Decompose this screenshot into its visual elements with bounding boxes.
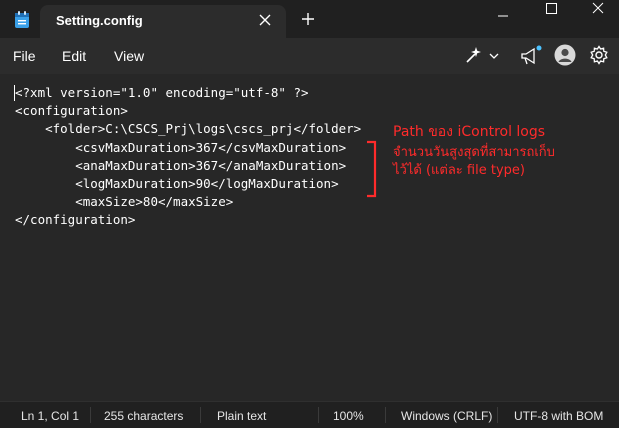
copilot-sparkle-icon[interactable] [463, 44, 503, 68]
text-format[interactable]: Plain text [217, 409, 266, 423]
megaphone-icon[interactable] [519, 45, 543, 67]
close-window-icon[interactable] [575, 0, 619, 32]
account-avatar-icon[interactable] [554, 44, 576, 66]
code-line: <folder>C:\CSCS_Prj\logs\cscs_prj</folde… [15, 121, 362, 137]
status-divider [90, 407, 91, 423]
duration-annotation-line2: ไว้ได้ (แต่ละ file type) [393, 163, 525, 178]
cursor-position[interactable]: Ln 1, Col 1 [21, 409, 79, 423]
encoding[interactable]: UTF-8 with BOM [514, 409, 603, 423]
status-bar: Ln 1, Col 1 255 characters Plain text 10… [0, 401, 619, 428]
line-ending[interactable]: Windows (CRLF) [401, 409, 492, 423]
text-editor[interactable]: <?xml version="1.0" encoding="utf-8" ?> <… [0, 74, 619, 401]
code-line: <logMaxDuration>90</logMaxDuration> [15, 175, 339, 191]
gear-icon[interactable] [588, 44, 610, 66]
code-line: <configuration> [15, 103, 128, 119]
minimize-icon[interactable] [480, 0, 526, 32]
notepad-icon [15, 11, 29, 28]
menu-file[interactable]: File [9, 44, 40, 68]
tab-title: Setting.config [56, 13, 143, 28]
status-divider [497, 407, 498, 423]
maximize-icon[interactable] [528, 0, 574, 32]
code-line: <anaMaxDuration>367</anaMaxDuration> [15, 157, 347, 173]
status-divider [385, 407, 386, 423]
bracket-annotation [367, 140, 377, 198]
code-line: <?xml version="1.0" encoding="utf-8" ?> [15, 85, 309, 100]
code-line: <maxSize>80</maxSize> [15, 194, 234, 210]
character-count: 255 characters [104, 409, 184, 423]
status-divider [318, 407, 319, 423]
title-bar: Setting.config [0, 0, 619, 38]
menu-bar: File Edit View [0, 38, 619, 74]
code-line: </configuration> [15, 212, 136, 228]
close-icon[interactable] [256, 11, 274, 29]
menu-edit[interactable]: Edit [58, 44, 90, 68]
zoom-level[interactable]: 100% [333, 409, 364, 423]
code-content: <?xml version="1.0" encoding="utf-8" ?> <… [15, 84, 361, 230]
path-annotation: Path ของ iControl logs [393, 124, 546, 140]
menu-view[interactable]: View [110, 44, 148, 68]
plus-icon[interactable] [299, 10, 317, 28]
tab-setting-config[interactable]: Setting.config [40, 5, 286, 38]
status-divider [200, 407, 201, 423]
code-line: <csvMaxDuration>367</csvMaxDuration> [15, 139, 347, 155]
